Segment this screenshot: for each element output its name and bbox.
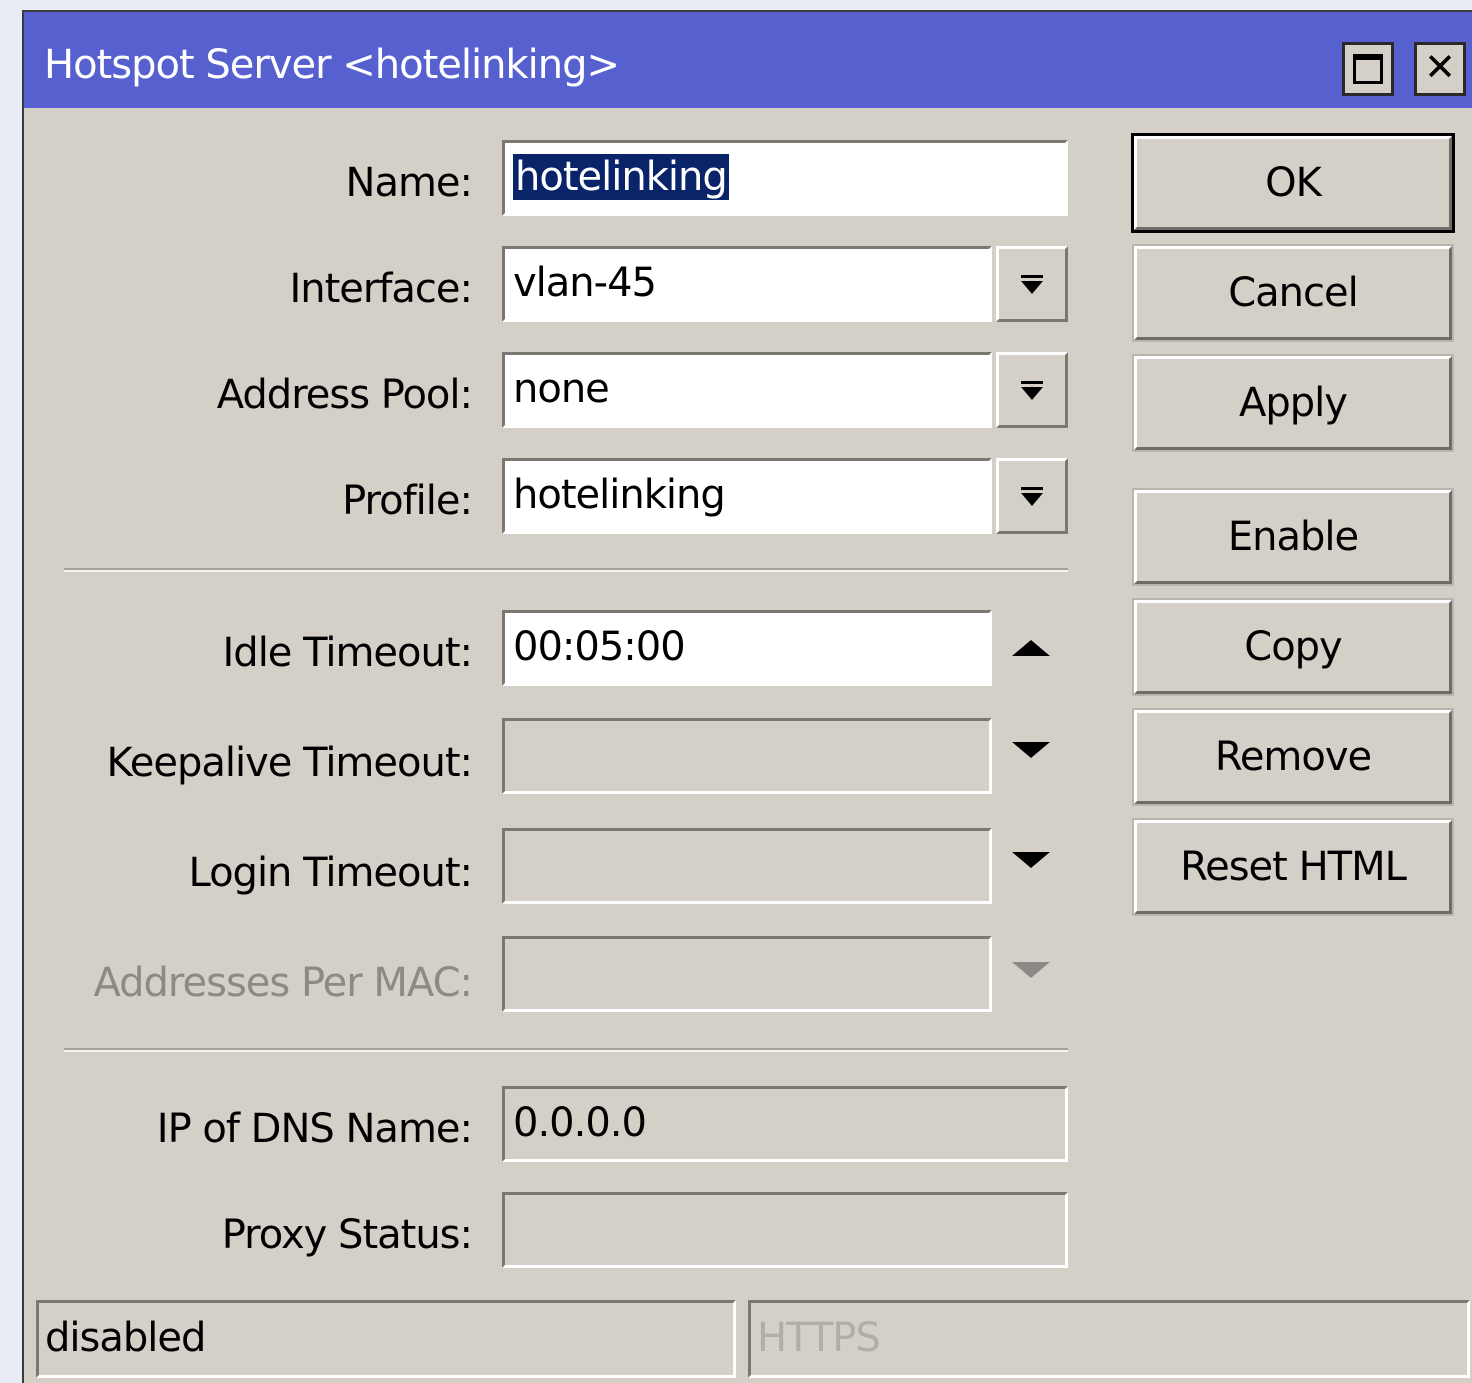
cancel-button[interactable]: Cancel	[1132, 244, 1454, 342]
name-label: Name:	[345, 160, 473, 206]
interface-label: Interface:	[289, 266, 473, 312]
ok-button[interactable]: OK	[1131, 133, 1455, 233]
login-timeout-label: Login Timeout:	[188, 850, 473, 896]
expand-arrow-icon[interactable]	[1012, 742, 1050, 758]
hotspot-server-window: Hotspot Server <hotelinking> ✕ Name: hot…	[22, 10, 1472, 1383]
keepalive-timeout-label: Keepalive Timeout:	[106, 740, 473, 786]
enable-button[interactable]: Enable	[1132, 488, 1454, 586]
address-pool-label: Address Pool:	[216, 372, 473, 418]
close-button[interactable]: ✕	[1414, 42, 1466, 96]
ip-of-dns-name-value: 0.0.0.0	[513, 1100, 647, 1146]
address-pool-value: none	[513, 366, 610, 412]
reset-html-button[interactable]: Reset HTML	[1132, 818, 1454, 916]
profile-dropdown-button[interactable]	[996, 458, 1068, 534]
proxy-status-label: Proxy Status:	[221, 1212, 473, 1258]
dropdown-arrow-icon	[1021, 492, 1043, 506]
expand-arrow-icon	[1012, 962, 1050, 978]
window-title: Hotspot Server <hotelinking>	[44, 42, 620, 88]
idle-timeout-value: 00:05:00	[513, 624, 686, 670]
dropdown-arrow-icon	[1021, 280, 1043, 294]
login-timeout-input[interactable]	[502, 828, 992, 904]
ip-of-dns-name-field: 0.0.0.0	[502, 1086, 1068, 1162]
name-input[interactable]: hotelinking	[502, 140, 1068, 216]
interface-select[interactable]: vlan-45	[502, 246, 992, 322]
status-disabled: disabled	[36, 1300, 736, 1378]
ip-of-dns-name-label: IP of DNS Name:	[156, 1106, 473, 1152]
remove-button[interactable]: Remove	[1132, 708, 1454, 806]
separator	[64, 568, 1068, 572]
interface-dropdown-button[interactable]	[996, 246, 1068, 322]
address-pool-dropdown-button[interactable]	[996, 352, 1068, 428]
dropdown-arrow-icon	[1021, 386, 1043, 400]
address-pool-select[interactable]: none	[502, 352, 992, 428]
keepalive-timeout-input[interactable]	[502, 718, 992, 794]
addresses-per-mac-input	[502, 936, 992, 1012]
idle-timeout-label: Idle Timeout:	[222, 630, 473, 676]
title-bar[interactable]: Hotspot Server <hotelinking> ✕	[24, 12, 1472, 108]
profile-label: Profile:	[342, 478, 473, 524]
profile-select[interactable]: hotelinking	[502, 458, 992, 534]
maximize-icon	[1353, 54, 1383, 84]
dropdown-bar	[1021, 380, 1043, 384]
separator	[64, 1048, 1068, 1052]
interface-value: vlan-45	[513, 260, 657, 306]
idle-timeout-input[interactable]: 00:05:00	[502, 610, 992, 686]
collapse-arrow-icon[interactable]	[1012, 640, 1050, 656]
apply-button[interactable]: Apply	[1132, 354, 1454, 452]
copy-button[interactable]: Copy	[1132, 598, 1454, 696]
dropdown-bar	[1021, 274, 1043, 278]
dropdown-bar	[1021, 486, 1043, 490]
close-icon: ✕	[1424, 45, 1456, 89]
proxy-status-field	[502, 1192, 1068, 1268]
status-https: HTTPS	[748, 1300, 1470, 1378]
maximize-button[interactable]	[1342, 42, 1394, 96]
profile-value: hotelinking	[513, 472, 726, 518]
name-input-value: hotelinking	[513, 154, 729, 200]
addresses-per-mac-label: Addresses Per MAC:	[93, 960, 473, 1006]
expand-arrow-icon[interactable]	[1012, 852, 1050, 868]
